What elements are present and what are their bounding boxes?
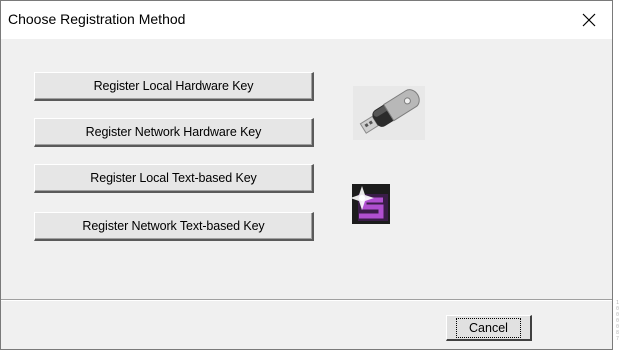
button-label: Register Local Text-based Key: [90, 171, 257, 185]
register-network-hardware-key-button[interactable]: Register Network Hardware Key: [34, 118, 314, 147]
button-label: Register Network Text-based Key: [82, 219, 265, 233]
cancel-label: Cancel: [456, 317, 521, 338]
register-local-text-based-key-button[interactable]: Register Local Text-based Key: [34, 164, 314, 193]
register-local-hardware-key-button[interactable]: Register Local Hardware Key: [34, 72, 314, 101]
dialog-footer: Cancel: [1, 299, 612, 349]
title-bar: Choose Registration Method: [1, 1, 612, 39]
registration-dialog: Choose Registration Method Register Loca…: [0, 0, 613, 350]
button-label: Register Network Hardware Key: [85, 125, 262, 139]
sentinel-s-logo-icon: [352, 184, 390, 224]
dialog-title: Choose Registration Method: [8, 11, 186, 27]
register-network-text-based-key-button[interactable]: Register Network Text-based Key: [34, 212, 314, 241]
side-watermark: 1000087: [616, 300, 620, 342]
close-button[interactable]: [566, 1, 612, 39]
cancel-button[interactable]: Cancel: [446, 315, 532, 341]
button-label: Register Local Hardware Key: [93, 79, 254, 93]
usb-key-icon: [353, 86, 425, 140]
close-icon: [582, 13, 596, 27]
dialog-body: Register Local Hardware Key Register Net…: [1, 39, 612, 299]
